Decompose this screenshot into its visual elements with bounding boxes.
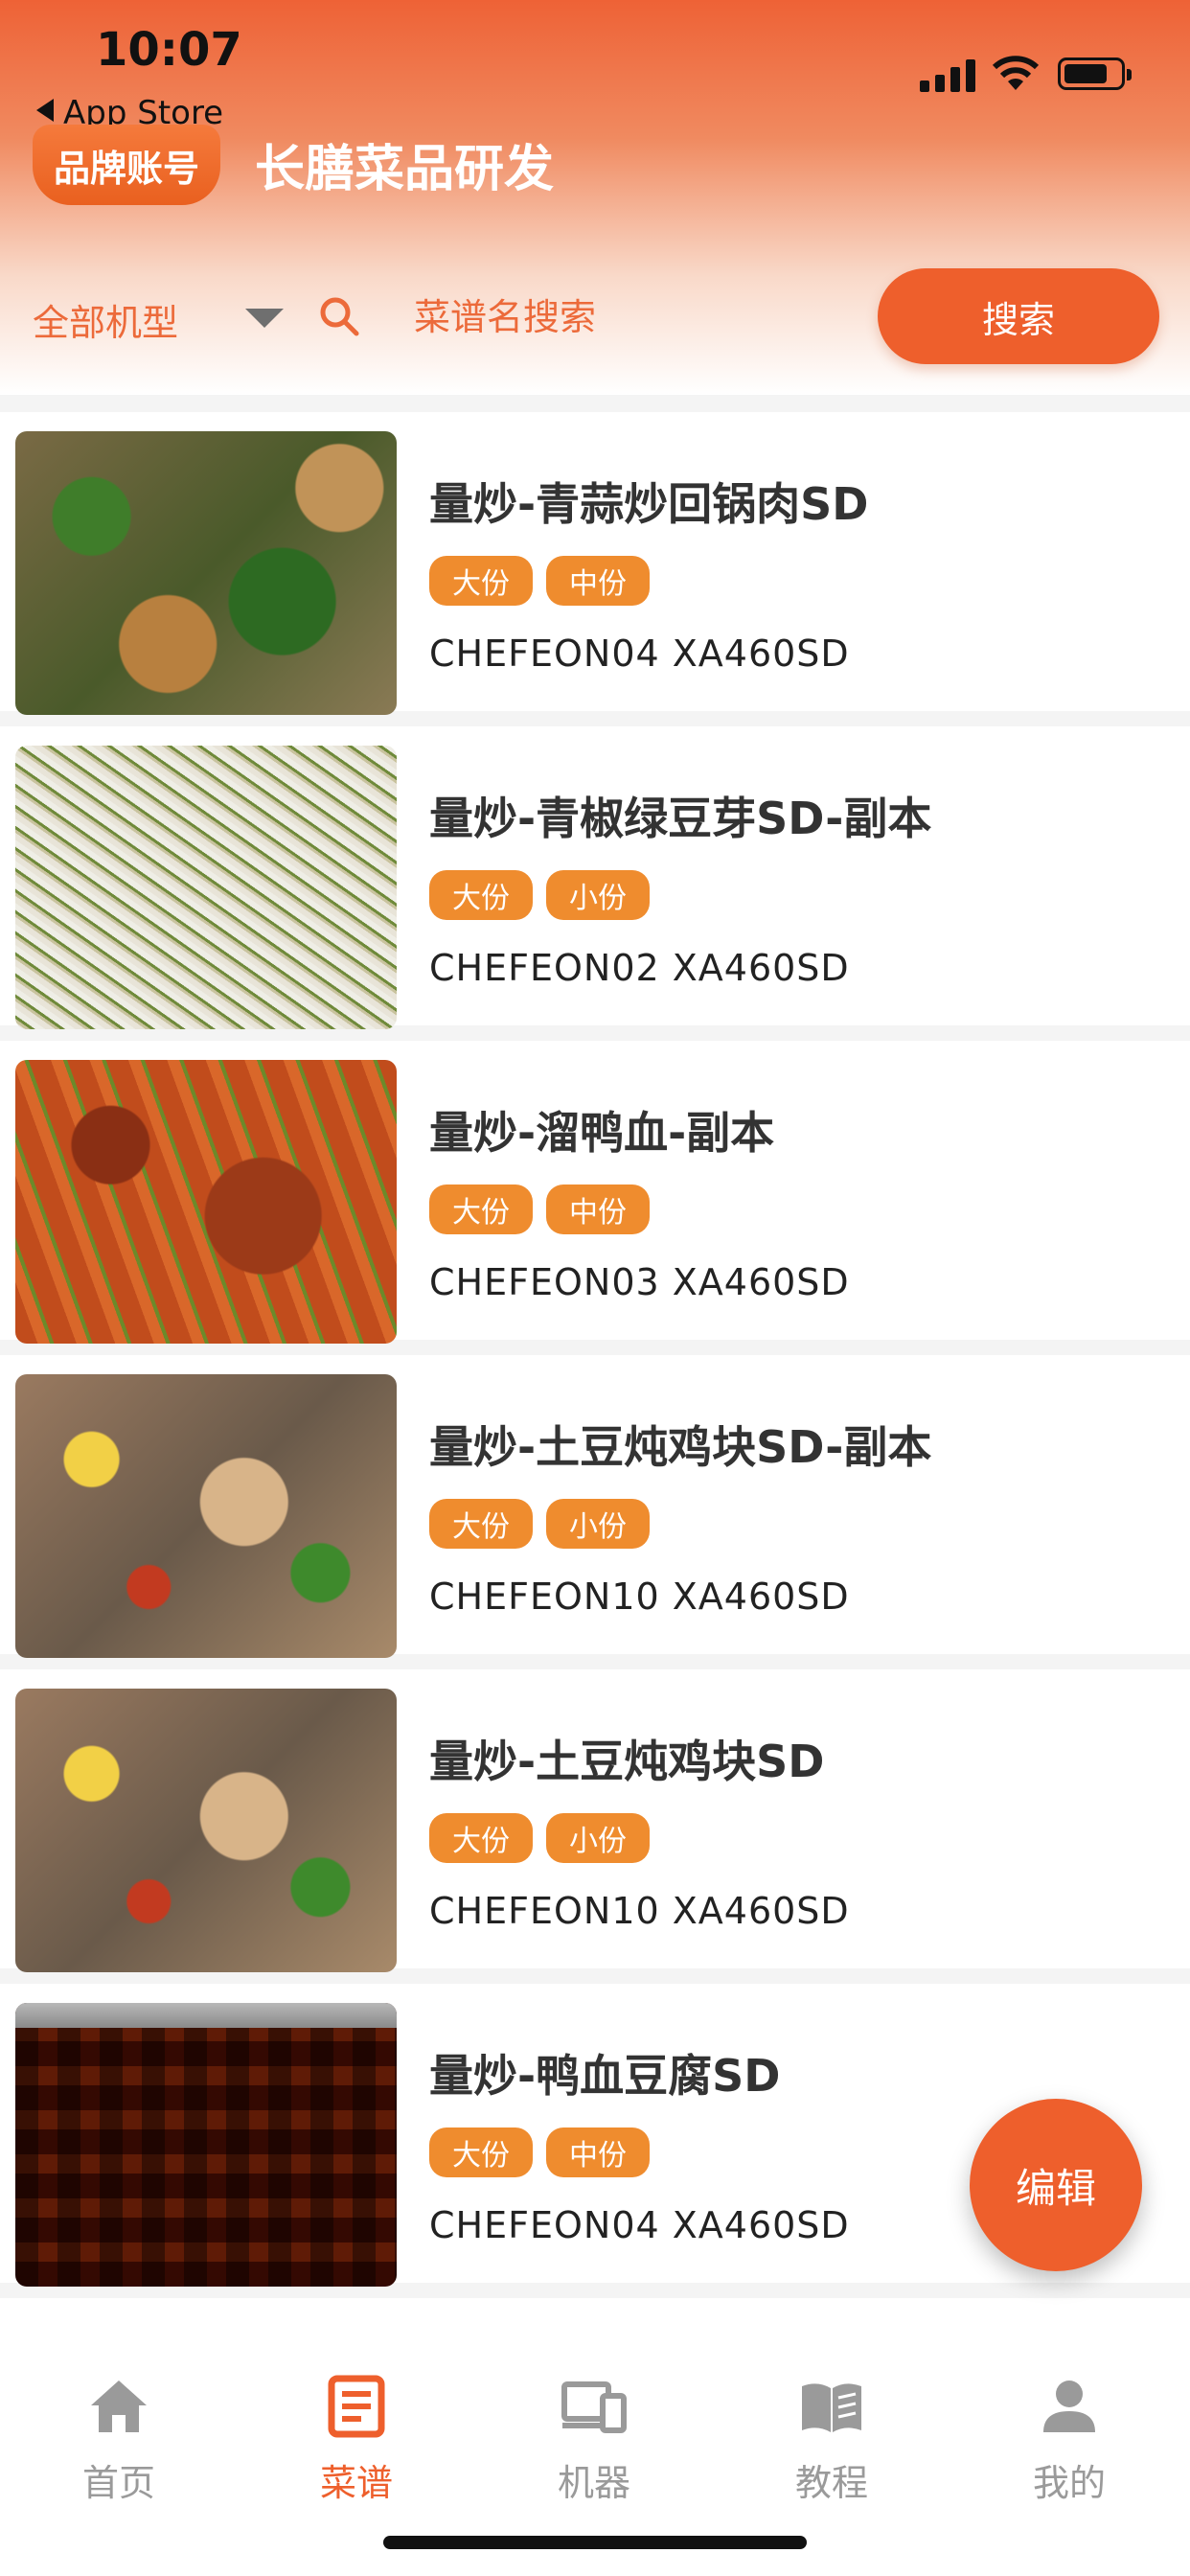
portion-tag: 大份: [429, 1813, 533, 1863]
recipe-photo: [15, 1374, 397, 1658]
portion-tag: 中份: [546, 556, 650, 606]
recipe-card[interactable]: 量炒-青蒜炒回锅肉SD 大份 中份 CHEFEON04 XA460SD: [0, 412, 1190, 715]
recipe-card[interactable]: 量炒-土豆炖鸡块SD 大份 小份 CHEFEON10 XA460SD: [0, 1669, 1190, 1972]
recipe-models: CHEFEON04 XA460SD: [429, 632, 850, 675]
tab-home[interactable]: 首页: [23, 2373, 215, 2506]
brand-account-button[interactable]: 品牌账号: [33, 125, 220, 205]
recipe-photo: [15, 1689, 397, 1972]
recipe-photo: [15, 2003, 397, 2287]
recipe-name: 量炒-土豆炖鸡块SD: [429, 1736, 825, 1787]
wifi-icon: [992, 56, 1040, 90]
recipe-card[interactable]: 量炒-青椒绿豆芽SD-副本 大份 小份 CHEFEON02 XA460SD: [0, 726, 1190, 1029]
recipe-name: 量炒-青椒绿豆芽SD-副本: [429, 793, 932, 844]
portion-tags: 大份 中份: [429, 2128, 663, 2177]
tab-label: 教程: [794, 2462, 868, 2504]
portion-tags: 大份 中份: [429, 556, 663, 606]
portion-tag: 大份: [429, 1184, 533, 1234]
back-arrow-icon: [36, 99, 54, 122]
recipe-name: 量炒-青蒜炒回锅肉SD: [429, 478, 869, 530]
portion-tag: 中份: [546, 1184, 650, 1234]
recipe-card[interactable]: 量炒-土豆炖鸡块SD-副本 大份 小份 CHEFEON10 XA460SD: [0, 1355, 1190, 1658]
recipe-models: CHEFEON04 XA460SD: [429, 2204, 850, 2246]
tab-tutorials[interactable]: 教程: [736, 2373, 927, 2506]
tab-recipes[interactable]: 菜谱: [261, 2373, 452, 2506]
recipe-models: CHEFEON10 XA460SD: [429, 1576, 850, 1618]
recipe-photo: [15, 746, 397, 1029]
search-input[interactable]: [414, 291, 835, 343]
search-icon: [320, 297, 359, 336]
recipe-name: 量炒-溜鸭血-副本: [429, 1107, 775, 1159]
signal-icon: [920, 58, 975, 92]
portion-tags: 大份 小份: [429, 1499, 663, 1549]
home-icon: [91, 2380, 147, 2432]
recipe-list: 量炒-青蒜炒回锅肉SD 大份 中份 CHEFEON04 XA460SD 量炒-青…: [0, 412, 1190, 2336]
battery-icon: [1058, 58, 1132, 90]
recipe-name: 量炒-土豆炖鸡块SD-副本: [429, 1421, 932, 1473]
tab-label: 菜谱: [319, 2462, 393, 2504]
portion-tag: 大份: [429, 2128, 533, 2177]
header: 10:07 App Store 品牌账号 长膳菜品研发 全部机型 搜索: [0, 0, 1190, 395]
recipe-models: CHEFEON10 XA460SD: [429, 1890, 850, 1932]
recipe-card[interactable]: 量炒-溜鸭血-副本 大份 中份 CHEFEON03 XA460SD: [0, 1041, 1190, 1344]
portion-tag: 中份: [546, 2128, 650, 2177]
tab-label: 机器: [557, 2462, 630, 2504]
device-icon: [561, 2381, 627, 2433]
tab-label: 我的: [1032, 2462, 1106, 2504]
edit-button[interactable]: 编辑: [970, 2099, 1142, 2271]
recipe-icon: [328, 2375, 385, 2438]
portion-tag: 大份: [429, 1499, 533, 1549]
portion-tag: 大份: [429, 556, 533, 606]
recipe-models: CHEFEON02 XA460SD: [429, 947, 850, 989]
portion-tags: 大份 小份: [429, 870, 663, 920]
recipe-photo: [15, 431, 397, 715]
portion-tag: 小份: [546, 1499, 650, 1549]
home-indicator: [383, 2536, 807, 2549]
user-icon: [1043, 2380, 1095, 2432]
status-bar: 10:07 App Store: [0, 0, 1190, 132]
portion-tag: 小份: [546, 1813, 650, 1863]
book-icon: [802, 2383, 861, 2432]
portion-tags: 大份 小份: [429, 1813, 663, 1863]
status-time: 10:07: [96, 23, 242, 77]
recipe-photo: [15, 1060, 397, 1344]
model-filter-select[interactable]: 全部机型: [33, 293, 178, 346]
portion-tag: 小份: [546, 870, 650, 920]
recipe-models: CHEFEON03 XA460SD: [429, 1261, 850, 1303]
search-button[interactable]: 搜索: [878, 268, 1159, 364]
recipe-name: 量炒-鸭血豆腐SD: [429, 2050, 781, 2102]
tab-profile[interactable]: 我的: [973, 2373, 1165, 2506]
tab-bar: 首页 菜谱 机器 教程 我的: [0, 2315, 1190, 2576]
dropdown-arrow-icon[interactable]: [245, 309, 284, 328]
portion-tags: 大份 中份: [429, 1184, 663, 1234]
tab-label: 首页: [81, 2462, 155, 2504]
portion-tag: 大份: [429, 870, 533, 920]
filter-row: 全部机型 搜索: [0, 266, 1190, 368]
page-title: 长膳菜品研发: [255, 141, 555, 198]
tab-machines[interactable]: 机器: [498, 2373, 690, 2506]
